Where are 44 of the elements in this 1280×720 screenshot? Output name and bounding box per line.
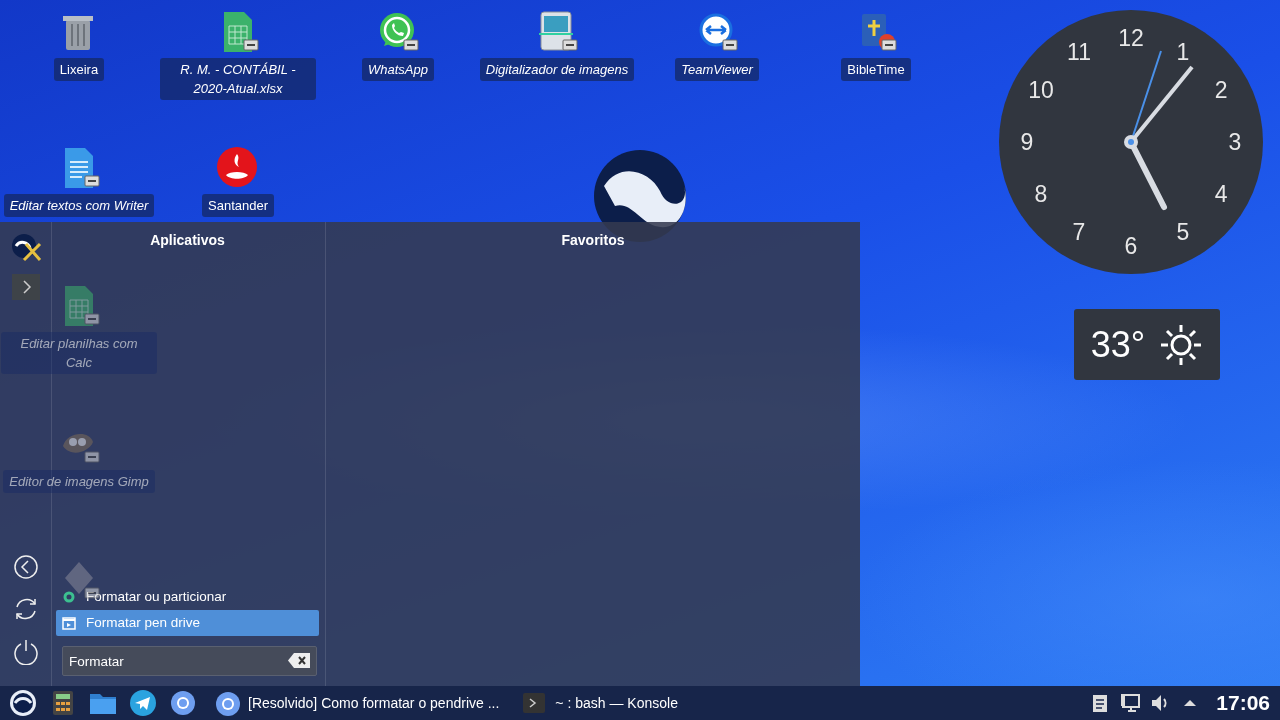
back-icon[interactable]: [11, 553, 40, 581]
icon-label[interactable]: TeamViewer: [675, 58, 759, 81]
icon-label[interactable]: WhatsApp: [362, 58, 434, 81]
clock-numeral: 9: [1020, 129, 1034, 155]
icon-label[interactable]: BibleTime: [841, 58, 911, 81]
weather-widget[interactable]: 33°: [1074, 309, 1220, 380]
clear-button[interactable]: [288, 653, 310, 668]
monitor-icon[interactable]: [1118, 691, 1143, 715]
power-icon[interactable]: [11, 637, 40, 665]
clock-numeral: 11: [1067, 38, 1091, 65]
clock-numeral: 5: [1176, 219, 1190, 246]
terminal-icon: [521, 690, 548, 716]
clock-numeral: 6: [1124, 233, 1138, 259]
search-field[interactable]: Formatar: [62, 646, 317, 676]
clock-numeral: 12: [1118, 25, 1144, 51]
icon-label[interactable]: Editar textos com Writer: [3, 194, 155, 217]
icon-label[interactable]: Santander: [202, 194, 274, 217]
clock-numeral: 4: [1214, 181, 1228, 207]
clock-numeral: 10: [1028, 77, 1054, 103]
task-button[interactable]: ~ : bash — Konsole: [513, 686, 686, 720]
flame-icon[interactable]: [216, 146, 260, 190]
panel-heading: Favoritos: [561, 231, 625, 250]
expand-button[interactable]: [11, 274, 40, 300]
browser-icon[interactable]: [169, 689, 197, 717]
clock-numeral: 2: [1214, 77, 1228, 103]
icon-label[interactable]: R. M. - CONTÁBIL - 2020-Atual.xlsx: [160, 58, 316, 100]
clock-numeral: 3: [1228, 129, 1242, 155]
clock-numeral: 1: [1176, 38, 1190, 65]
panel-heading: Aplicativos: [149, 231, 226, 250]
paper-plane-icon[interactable]: [129, 689, 157, 717]
clock-time[interactable]: 17:06: [1216, 687, 1270, 719]
tools-icon[interactable]: [9, 232, 42, 264]
clock-numeral: 8: [1034, 181, 1048, 207]
icon-label[interactable]: Lixeira: [53, 58, 105, 81]
window-icon: [62, 615, 76, 630]
clock-numeral: 7: [1072, 219, 1086, 246]
icon-label[interactable]: Digitalizador de imagens: [479, 58, 635, 81]
temperature: 33°: [1090, 322, 1146, 367]
sun-icon: [1159, 322, 1204, 367]
search-result[interactable]: Formatar ou particionar: [56, 583, 319, 610]
browser-icon: [214, 690, 240, 716]
task-button[interactable]: [Resolvido] Como formatar o pendrive ...: [206, 686, 508, 720]
status-dot-icon: [62, 589, 76, 604]
logo-icon[interactable]: [9, 689, 37, 717]
